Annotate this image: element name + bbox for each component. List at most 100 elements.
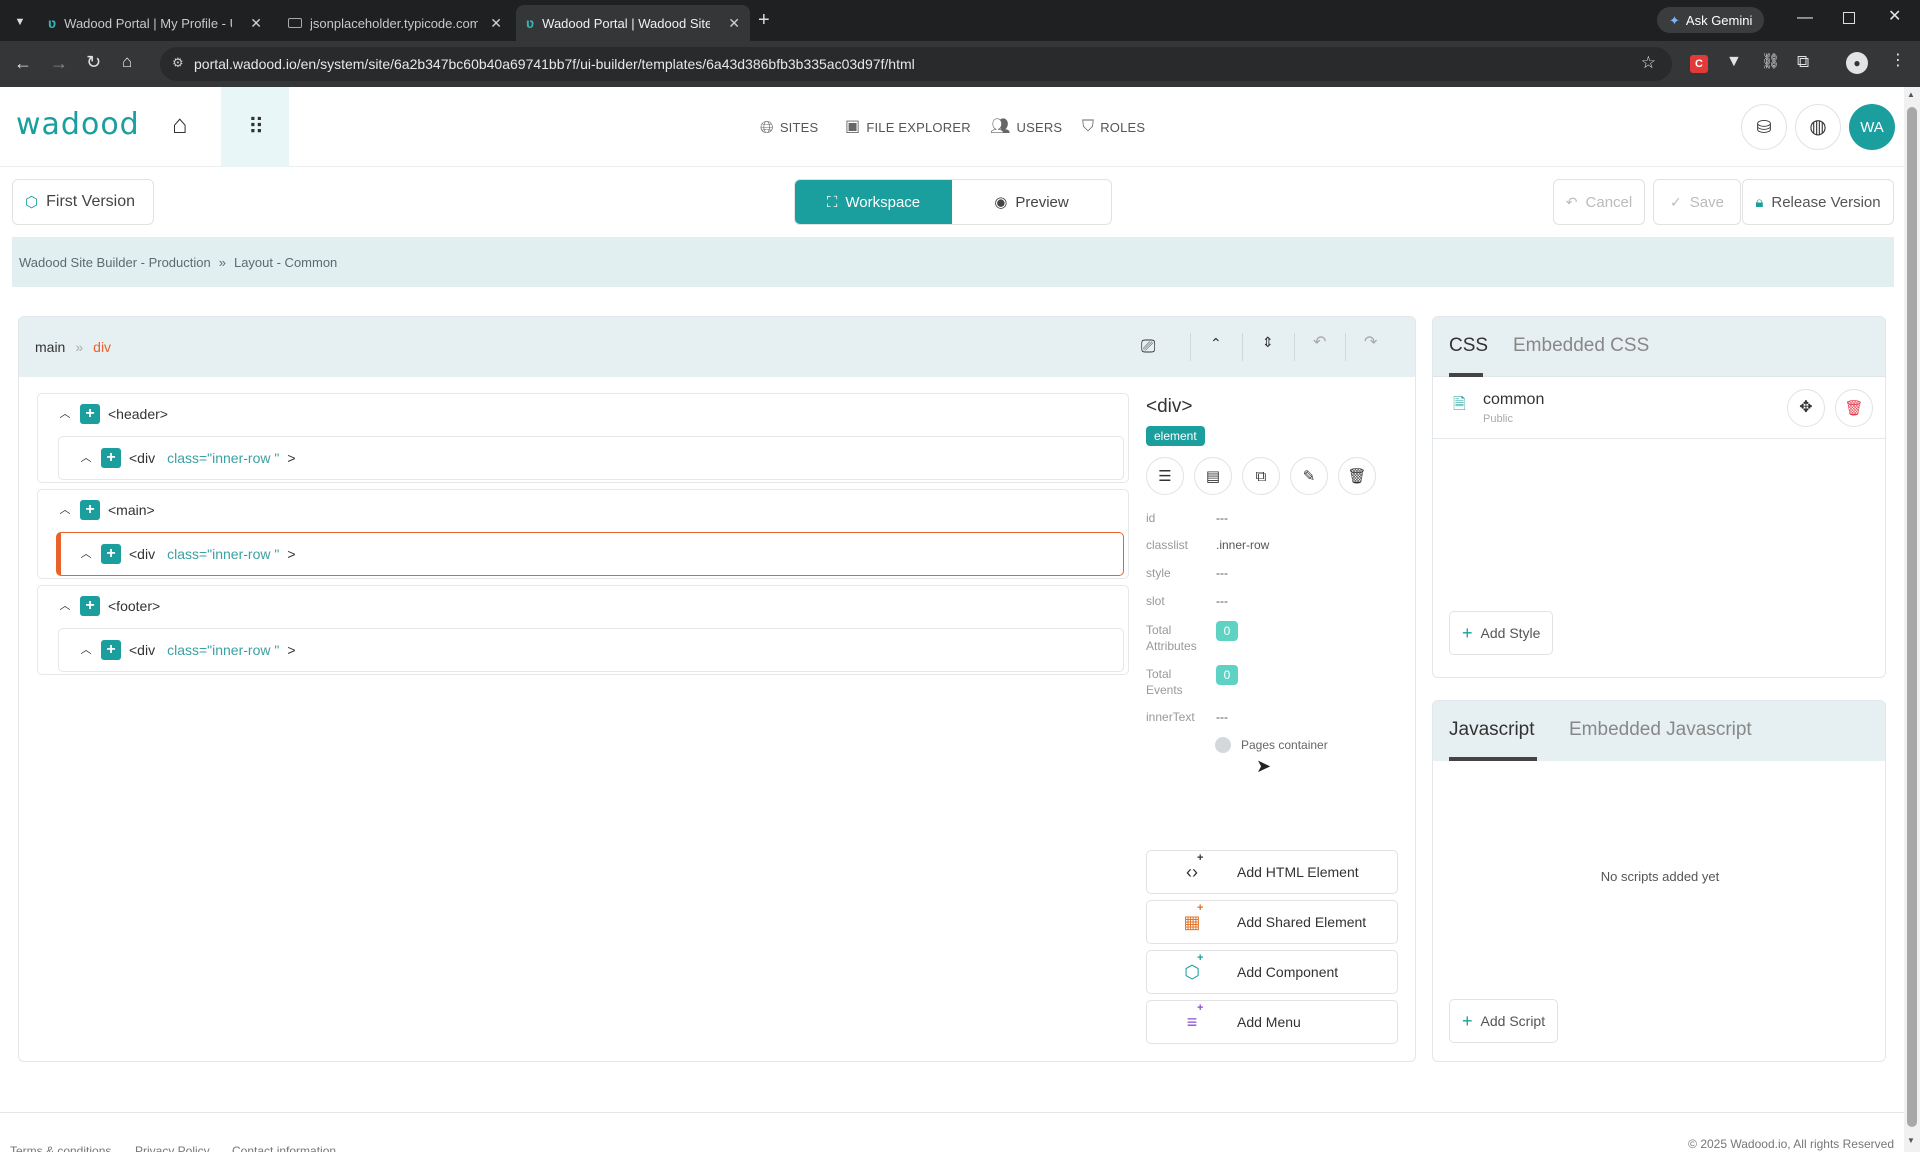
minimize-window-icon[interactable]: — [1797, 10, 1813, 26]
home-icon[interactable]: ⌂ [122, 53, 132, 70]
collapse-chevron-icon[interactable]: ︿ [79, 644, 93, 656]
add-script-button[interactable]: + Add Script [1449, 999, 1559, 1043]
profile-icon[interactable]: ● [1846, 52, 1868, 74]
close-window-icon[interactable]: ✕ [1888, 9, 1901, 25]
extension-link-icon[interactable]: ⛓ [1761, 54, 1780, 69]
collapse-chevron-icon[interactable]: ︿ [79, 548, 93, 560]
scroll-down-icon[interactable]: ▼ [1907, 1137, 1915, 1145]
css-item-common[interactable]: 🗎︎ common Public ✥ 🗑︎ [1433, 377, 1885, 439]
add-child-button[interactable]: + [80, 500, 100, 520]
language-button[interactable]: ◍ [1795, 104, 1841, 150]
nav-file-explorer[interactable]: ▣ FILE EXPLORER [845, 119, 971, 135]
page-scrollbar[interactable]: ▲ ▼ [1904, 87, 1920, 1152]
collapse-chevron-icon[interactable]: ︿ [58, 504, 72, 516]
add-child-button[interactable]: + [80, 404, 100, 424]
prop-attributes-label: Total Attributes [1146, 623, 1197, 653]
add-style-button[interactable]: + Add Style [1449, 611, 1554, 655]
tree-node-div[interactable]: ︿ + <div class="inner-row " > [58, 628, 1124, 672]
duplicate-button[interactable]: ⧉ [1242, 457, 1280, 495]
restore-window-icon[interactable] [1843, 12, 1855, 24]
scrollbar-thumb[interactable] [1907, 107, 1917, 1127]
bookmark-star-icon[interactable]: ☆ [1641, 54, 1656, 71]
element-path: main » div [35, 339, 111, 355]
home-icon[interactable]: ⌂ [172, 111, 188, 137]
nav-users[interactable]: 👥︎ USERS [990, 119, 1062, 135]
back-arrow-icon[interactable]: ← [14, 54, 32, 72]
site-info-icon[interactable]: ⚙ [172, 56, 184, 69]
browser-tab-profile[interactable]: ʋ Wadood Portal | My Profile - Us ✕ [38, 5, 272, 41]
save-button[interactable]: ✓ Save [1653, 179, 1741, 225]
tab-css[interactable]: CSS [1449, 335, 1488, 357]
close-tab-icon[interactable]: ✕ [250, 15, 262, 32]
version-selector[interactable]: ⬡ First Version [12, 179, 154, 225]
fit-screen-icon[interactable]: ⎚ [1141, 337, 1155, 355]
nav-roles[interactable]: ⛉ ROLES [1082, 119, 1145, 135]
breadcrumb-site[interactable]: Wadood Site Builder - Production [19, 255, 211, 270]
add-menu-button[interactable]: ≡ + Add Menu [1146, 1000, 1398, 1044]
preview-tab[interactable]: ◉ Preview [952, 180, 1111, 224]
release-version-button[interactable]: 🔒︎ Release Version [1742, 179, 1894, 225]
add-child-button[interactable]: + [80, 596, 100, 616]
css-panel-header: CSS Embedded CSS [1433, 317, 1885, 377]
wadood-logo[interactable]: wadood [16, 107, 140, 142]
delete-button[interactable]: 🗑︎ [1338, 457, 1376, 495]
reload-icon[interactable]: ↻ [86, 53, 101, 71]
nav-sites[interactable]: 🌐︎ SITES [760, 119, 818, 136]
extension-v-icon[interactable]: ▼ [1726, 54, 1742, 70]
workspace-tab[interactable]: ⛶ Workspace [795, 180, 952, 224]
add-child-button[interactable]: + [101, 640, 121, 660]
footer-contact-link[interactable]: Contact information [232, 1144, 336, 1152]
extensions-puzzle-icon[interactable]: ⧉ [1797, 53, 1809, 70]
close-tab-icon[interactable]: ✕ [728, 15, 740, 32]
delete-css-button[interactable]: 🗑︎ [1835, 389, 1873, 427]
close-tab-icon[interactable]: ✕ [490, 15, 502, 32]
path-root[interactable]: main [35, 339, 65, 355]
tab-javascript[interactable]: Javascript [1449, 719, 1535, 741]
collapse-all-icon[interactable]: ⌃ [1210, 336, 1222, 350]
tree-node-footer[interactable]: ︿ + <footer> ︿ + <div class="inner-row "… [37, 585, 1129, 675]
collapse-chevron-icon[interactable]: ︿ [79, 452, 93, 464]
events-count-badge: 0 [1216, 665, 1238, 685]
collapse-chevron-icon[interactable]: ︿ [58, 600, 72, 612]
tree-node-header[interactable]: ︿ + <header> ︿ + <div class="inner-row "… [37, 393, 1129, 483]
database-button[interactable]: ⛁ [1741, 104, 1787, 150]
pages-container-toggle[interactable]: Pages container [1215, 737, 1328, 753]
tree-node-div-selected[interactable]: ︿ + <div class="inner-row " > [56, 532, 1124, 576]
browser-menu-icon[interactable]: ⋮ [1890, 53, 1906, 69]
add-child-button[interactable]: + [101, 448, 121, 468]
expand-all-icon[interactable]: ⇕ [1262, 335, 1274, 349]
add-html-element-button[interactable]: ‹› + Add HTML Element [1146, 850, 1398, 894]
user-avatar[interactable]: WA [1849, 104, 1895, 150]
view-mode-toggle: ⛶ Workspace ◉ Preview [794, 179, 1112, 225]
redo-icon[interactable]: ↷ [1364, 335, 1377, 351]
plus-icon: + [1462, 623, 1473, 643]
prop-classlist-label: classlist [1146, 538, 1189, 552]
add-shared-element-button[interactable]: ▦ + Add Shared Element [1146, 900, 1398, 944]
tab-embedded-javascript[interactable]: Embedded Javascript [1569, 719, 1752, 741]
tab-embedded-css[interactable]: Embedded CSS [1513, 335, 1649, 357]
layout-button[interactable]: ▤ [1194, 457, 1232, 495]
browser-tab-site-builder[interactable]: ʋ Wadood Portal | Wadood Site B ✕ [516, 5, 750, 41]
move-css-button[interactable]: ✥ [1787, 389, 1825, 427]
extension-red-icon[interactable]: C [1690, 55, 1708, 73]
ask-gemini-button[interactable]: ✦ Ask Gemini [1657, 7, 1765, 33]
code-icon: ‹› + [1186, 851, 1204, 882]
scroll-up-icon[interactable]: ▲ [1907, 91, 1915, 99]
address-bar[interactable]: ⚙ portal.wadood.io/en/system/site/6a2b34… [160, 47, 1672, 81]
collapse-chevron-icon[interactable]: ︿ [58, 408, 72, 420]
footer-privacy-link[interactable]: Privacy Policy [135, 1144, 210, 1152]
tree-node-div[interactable]: ︿ + <div class="inner-row " > [58, 436, 1124, 480]
footer-terms-link[interactable]: Terms & conditions [10, 1144, 111, 1152]
forward-arrow-icon[interactable]: → [50, 54, 68, 72]
tree-node-main[interactable]: ︿ + <main> ︿ + <div class="inner-row " > [37, 489, 1129, 579]
cancel-button[interactable]: ↶ Cancel [1553, 179, 1645, 225]
apps-menu-button[interactable]: ⠿ [221, 87, 289, 167]
new-tab-plus-icon[interactable]: + [758, 10, 770, 30]
edit-button[interactable]: ✎ [1290, 457, 1328, 495]
add-component-button[interactable]: ⬡ + Add Component [1146, 950, 1398, 994]
tab-list-chevron-icon[interactable]: ▼ [10, 12, 30, 32]
browser-tab-jsonplaceholder[interactable]: jsonplaceholder.typicode.com/ ✕ [278, 5, 512, 41]
add-child-button[interactable]: + [101, 544, 121, 564]
settings-button[interactable]: ☰ [1146, 457, 1184, 495]
undo-icon[interactable]: ↶ [1313, 335, 1326, 351]
